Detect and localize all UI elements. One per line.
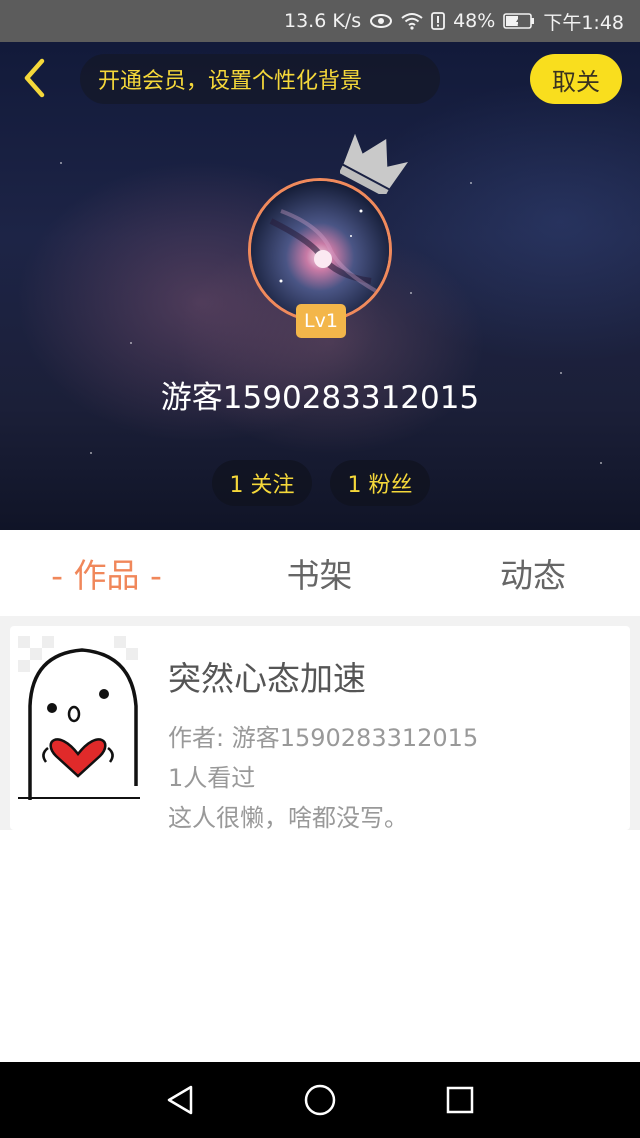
work-author: 作者: 游客1590283312015 [168, 724, 479, 752]
battery-percent: 48% [453, 10, 496, 32]
tab-activity[interactable]: 动态 [426, 549, 640, 597]
battery-icon [503, 13, 535, 29]
avatar[interactable] [248, 178, 392, 322]
nav-recents-button[interactable] [430, 1070, 490, 1130]
unfollow-label: 取关 [552, 67, 600, 96]
back-button[interactable] [12, 56, 56, 100]
work-card[interactable]: 突然心态加速 作者: 游客1590283312015 1人看过 这人很懒，啥都没… [10, 626, 630, 832]
unfollow-button[interactable]: 取关 [530, 54, 622, 104]
star [470, 182, 472, 184]
followers-button[interactable]: 1 粉丝 [330, 460, 430, 506]
system-nav-bar [0, 1062, 640, 1138]
vip-promo-text: 开通会员，设置个性化背景 [98, 69, 363, 94]
tab-works[interactable]: - 作品 - [0, 549, 213, 597]
followers-count: 1 粉丝 [347, 473, 413, 498]
vip-promo-banner[interactable]: 开通会员，设置个性化背景 [80, 54, 440, 104]
network-speed: 13.6 K/s [283, 10, 362, 32]
nav-home-button[interactable] [290, 1070, 350, 1130]
profile-header: 开通会员，设置个性化背景 取关 Lv1 游客1590283312015 1 关注… [0, 42, 640, 530]
works-list: 突然心态加速 作者: 游客1590283312015 1人看过 这人很懒，啥都没… [0, 616, 640, 832]
nav-back-button[interactable] [150, 1070, 210, 1130]
level-badge: Lv1 [296, 304, 346, 338]
star [600, 462, 602, 464]
star [410, 292, 412, 294]
sim-alert-icon [431, 12, 445, 30]
square-recents-icon [446, 1086, 474, 1114]
level-text: Lv1 [304, 310, 338, 332]
profile-tabs: - 作品 - 书架 动态 [0, 530, 640, 616]
star [90, 452, 92, 454]
chevron-left-icon [24, 58, 45, 98]
work-description: 这人很懒，啥都没写。 [168, 804, 408, 832]
tab-bookshelf[interactable]: 书架 [213, 549, 426, 597]
circle-home-icon [304, 1084, 336, 1116]
following-button[interactable]: 1 关注 [212, 460, 312, 506]
eye-icon [369, 13, 393, 29]
clock: 下午1:48 [543, 11, 624, 34]
star [130, 342, 132, 344]
username: 游客1590283312015 [160, 380, 480, 416]
star [60, 162, 62, 164]
work-title: 突然心态加速 [168, 659, 366, 698]
avatar-image [248, 178, 392, 322]
status-bar: 13.6 K/s 48% 下午1:48 [0, 0, 640, 42]
work-views: 1人看过 [168, 764, 256, 792]
following-count: 1 关注 [229, 473, 295, 498]
work-cover-image [18, 636, 140, 800]
wifi-icon [401, 12, 423, 30]
triangle-back-icon [167, 1085, 193, 1115]
